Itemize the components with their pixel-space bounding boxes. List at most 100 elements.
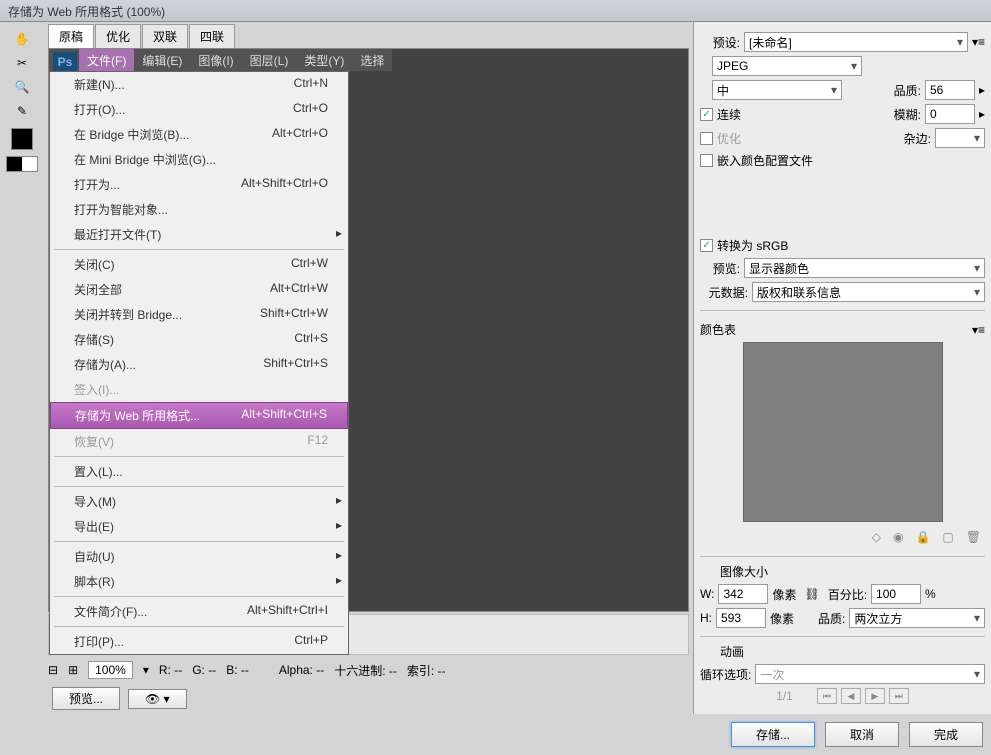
menu-item[interactable]: 导入(M)▸ (50, 489, 348, 514)
menu-item[interactable]: 脚本(R)▸ (50, 569, 348, 594)
menu-item[interactable]: 打开为智能对象... (50, 197, 348, 222)
menu-item[interactable]: 置入(L)... (50, 459, 348, 484)
menu-item[interactable]: 自动(U)▸ (50, 544, 348, 569)
menu-item[interactable]: 存储为 Web 所用格式...Alt+Shift+Ctrl+S (50, 402, 348, 429)
menu-image[interactable]: 图像(I) (190, 49, 241, 72)
menu-item[interactable]: 存储为(A)...Shift+Ctrl+S (50, 352, 348, 377)
eyedropper-tool-icon[interactable]: ✎ (10, 100, 34, 122)
done-button[interactable]: 完成 (909, 722, 983, 747)
last-frame-icon: ⏭ (889, 688, 909, 704)
menu-item[interactable]: 打印(P)...Ctrl+P (50, 629, 348, 654)
progressive-checkbox[interactable]: ✓ (700, 108, 713, 121)
quality-input[interactable] (925, 80, 975, 100)
metadata-label: 元数据: (700, 284, 748, 301)
save-button[interactable]: 存储... (731, 722, 815, 747)
blur-stepper-icon[interactable]: ▸ (979, 107, 985, 121)
tab-2up[interactable]: 双联 (142, 24, 188, 48)
height-input[interactable] (716, 608, 766, 628)
menu-item[interactable]: 导出(E)▸ (50, 514, 348, 539)
anim-label: 动画 (720, 643, 985, 660)
menu-item[interactable]: 存储(S)Ctrl+S (50, 327, 348, 352)
zoom-tool-icon[interactable]: 🔍 (10, 76, 34, 98)
window-title: 存储为 Web 所用格式 (100%) (8, 5, 165, 19)
tab-optimized[interactable]: 优化 (95, 24, 141, 48)
percent-input[interactable] (871, 584, 921, 604)
hand-tool-icon[interactable]: ✋ (10, 28, 34, 50)
color-table (743, 342, 943, 522)
quality-preset-select[interactable]: 中 (712, 80, 842, 100)
metadata-select[interactable]: 版权和联系信息 (752, 282, 985, 302)
first-frame-icon: ⏮ (817, 688, 837, 704)
ps-logo-icon: Ps (53, 52, 77, 72)
tab-4up[interactable]: 四联 (189, 24, 235, 48)
menu-layer[interactable]: 图层(L) (242, 49, 297, 72)
left-toolbar: ✋ ✂ 🔍 ✎ (0, 22, 44, 714)
menu-item[interactable]: 打开为...Alt+Shift+Ctrl+O (50, 172, 348, 197)
blur-input[interactable] (925, 104, 975, 124)
menu-item[interactable]: 新建(N)...Ctrl+N (50, 72, 348, 97)
next-frame-icon: ▶ (865, 688, 885, 704)
ct-icon-4[interactable]: ▢ (942, 530, 953, 544)
matte-select[interactable] (935, 128, 985, 148)
view-tabs: 原稿 优化 双联 四联 (44, 22, 693, 48)
menu-item: 恢复(V)F12 (50, 429, 348, 454)
zoom-input[interactable]: 100% (88, 661, 133, 679)
menu-item: 签入(I)... (50, 377, 348, 402)
ct-lock-icon[interactable]: 🔒 (915, 530, 930, 544)
blur-label: 模糊: (894, 106, 921, 123)
menu-item[interactable]: 最近打开文件(T)▸ (50, 222, 348, 247)
foreground-swatch[interactable] (11, 128, 33, 150)
bottom-status: ⊟ ⊞ 100% ▾ R: -- G: -- B: -- Alpha: -- 十… (44, 657, 693, 683)
menu-item[interactable]: 关闭全部Alt+Ctrl+W (50, 277, 348, 302)
srgb-checkbox[interactable]: ✓ (700, 239, 713, 252)
width-input[interactable] (718, 584, 768, 604)
ct-icon-1[interactable]: ◇ (872, 530, 881, 544)
file-dropdown: 新建(N)...Ctrl+N打开(O)...Ctrl+O在 Bridge 中浏览… (49, 71, 349, 655)
preview-button[interactable]: 预览... (52, 687, 120, 710)
ps-menubar: Ps 文件(F) 编辑(E) 图像(I) 图层(L) 类型(Y) 选择 新建(N… (49, 49, 392, 71)
menu-item[interactable]: 在 Bridge 中浏览(B)...Alt+Ctrl+O (50, 122, 348, 147)
embed-checkbox[interactable] (700, 154, 713, 167)
preset-select[interactable]: [未命名] (744, 32, 968, 52)
menu-item[interactable]: 关闭(C)Ctrl+W (50, 252, 348, 277)
quality-stepper-icon[interactable]: ▸ (979, 83, 985, 97)
preview-label: 预览: (700, 260, 740, 277)
colortable-menu-icon[interactable]: ▾≡ (972, 323, 985, 337)
preset-label: 预设: (700, 34, 740, 51)
menu-item[interactable]: 打开(O)...Ctrl+O (50, 97, 348, 122)
matte-label: 杂边: (904, 130, 931, 147)
ct-trash-icon[interactable]: 🗑 (966, 530, 981, 544)
loop-select: 一次 (755, 664, 985, 684)
menu-item[interactable]: 关闭并转到 Bridge...Shift+Ctrl+W (50, 302, 348, 327)
right-panel: 预设: [未命名] ▾≡ JPEG 中 品质: ▸ ✓ 连续 模糊: ▸ 优化 … (693, 22, 991, 714)
prev-frame-icon: ◀ (841, 688, 861, 704)
preview-select[interactable]: 显示器颜色 (744, 258, 985, 278)
imagesize-label: 图像大小 (720, 563, 985, 580)
preset-menu-icon[interactable]: ▾≡ (972, 35, 985, 49)
browser-preview-icon[interactable]: 👁 ▾ (128, 689, 187, 709)
link-icon[interactable]: ⛓ (804, 587, 819, 601)
menu-item[interactable]: 在 Mini Bridge 中浏览(G)... (50, 147, 348, 172)
tab-original[interactable]: 原稿 (48, 24, 94, 48)
colortable-label: 颜色表 (700, 321, 736, 338)
optimize-checkbox[interactable] (700, 132, 713, 145)
window-titlebar: 存储为 Web 所用格式 (100%) (0, 0, 991, 22)
canvas-area: Ps 文件(F) 编辑(E) 图像(I) 图层(L) 类型(Y) 选择 新建(N… (48, 48, 689, 612)
resample-select[interactable]: 两次立方 (849, 608, 985, 628)
zoom-minus-icon[interactable]: ⊟ (48, 663, 58, 677)
quality-label: 品质: (894, 82, 921, 99)
ct-icon-2[interactable]: ◉ (893, 530, 903, 544)
cancel-button[interactable]: 取消 (825, 722, 899, 747)
slice-tool-icon[interactable]: ✂ (10, 52, 34, 74)
zoom-dropdown-icon[interactable]: ▾ (143, 663, 149, 677)
format-select[interactable]: JPEG (712, 56, 862, 76)
menu-file[interactable]: 文件(F) (79, 49, 134, 72)
zoom-plus-icon[interactable]: ⊞ (68, 663, 78, 677)
footer: 存储... 取消 完成 (0, 714, 991, 755)
menu-select[interactable]: 选择 (352, 49, 392, 72)
menu-edit[interactable]: 编辑(E) (134, 49, 190, 72)
menu-type[interactable]: 类型(Y) (296, 49, 352, 72)
menu-item[interactable]: 文件简介(F)...Alt+Shift+Ctrl+I (50, 599, 348, 624)
frame-indicator: 1/1 (776, 689, 793, 703)
slice-visibility-icon[interactable] (6, 156, 38, 172)
